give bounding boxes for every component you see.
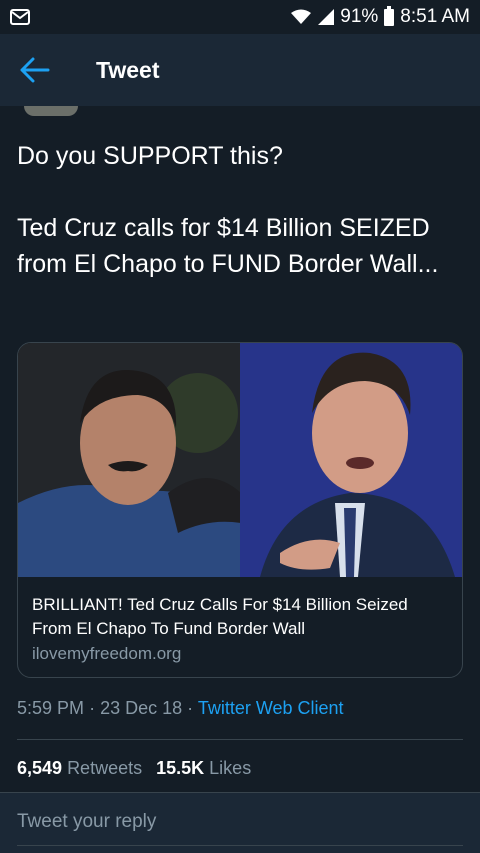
card-title[interactable]: BRILLIANT! Ted Cruz Calls For $14 Billio… [32, 593, 448, 641]
status-left [10, 9, 30, 25]
notification-icon [10, 9, 30, 25]
meta-separator: · [89, 698, 96, 718]
battery-icon [384, 5, 395, 26]
link-card[interactable]: BRILLIANT! Ted Cruz Calls For $14 Billio… [17, 342, 463, 678]
tweet-time: 5:59 PM [17, 698, 85, 718]
back-button[interactable] [0, 34, 70, 106]
clock: 8:51 AM [400, 6, 470, 27]
reply-input[interactable]: Tweet your reply [17, 811, 156, 833]
retweets-label: Retweets [67, 758, 143, 778]
app-header: Tweet [0, 34, 480, 106]
meta-separator: · [187, 698, 194, 718]
likes-label: Likes [209, 758, 252, 778]
retweets-count: 6,549 [17, 758, 63, 778]
likes-stat[interactable]: 15.5K Likes [156, 758, 251, 779]
portrait-left-illustration [18, 343, 240, 577]
portrait-right-illustration [240, 343, 462, 577]
card-image [18, 343, 462, 577]
card-domain: ilovemyfreedom.org [32, 644, 182, 663]
tweet-stats: 6,549 Retweets 15.5K Likes [17, 758, 251, 779]
tweet-date: 23 Dec 18 [100, 698, 183, 718]
tweet-meta: 5:59 PM · 23 Dec 18 · Twitter Web Client [17, 698, 344, 719]
back-arrow-icon [20, 57, 50, 83]
card-image-right [240, 343, 462, 577]
page-title: Tweet [96, 56, 160, 83]
tweet-text: Do you SUPPORT this? Ted Cruz calls for … [17, 142, 439, 278]
card-body: BRILLIANT! Ted Cruz Calls For $14 Billio… [18, 577, 462, 667]
avatar[interactable] [24, 106, 78, 116]
wifi-icon [291, 9, 312, 24]
tweet-client-link[interactable]: Twitter Web Client [198, 698, 344, 718]
status-right: 91% 8:51 AM [290, 5, 470, 28]
likes-count: 15.5K [156, 758, 205, 778]
retweets-stat[interactable]: 6,549 Retweets [17, 758, 142, 779]
status-bar: 91% 8:51 AM [0, 0, 480, 34]
battery-percent: 91% [340, 6, 379, 27]
reply-underline [17, 845, 463, 846]
signal-icon [318, 9, 335, 25]
reply-bar: Tweet your reply [0, 792, 480, 853]
divider [17, 739, 463, 740]
card-image-left [18, 343, 240, 577]
